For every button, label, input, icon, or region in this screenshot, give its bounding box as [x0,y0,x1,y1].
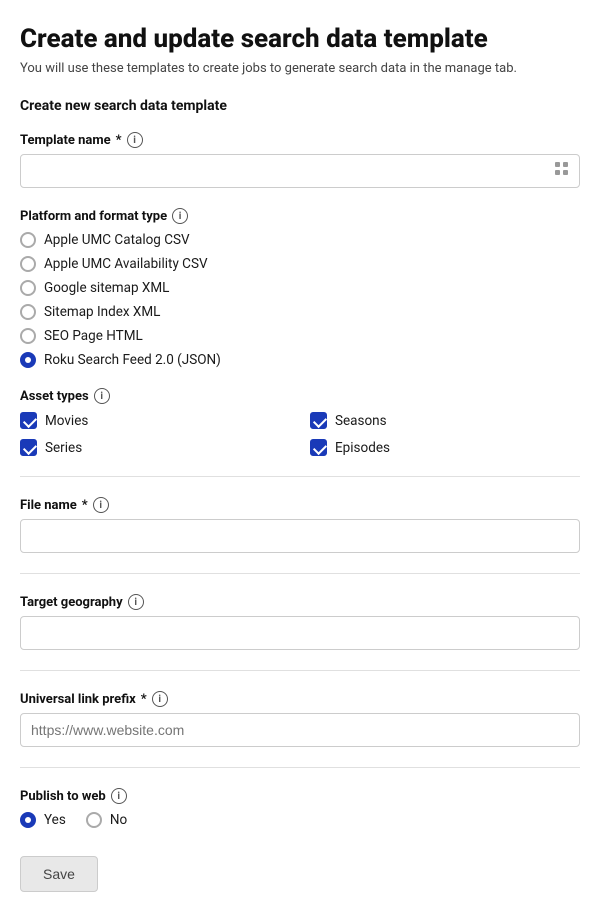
save-button[interactable]: Save [20,856,98,892]
target-geography-label: Target geography i [20,594,580,610]
asset-type-series[interactable]: Series [20,439,290,456]
divider-1 [20,476,580,477]
platform-option-roku-search[interactable]: Roku Search Feed 2.0 (JSON) [20,352,580,368]
universal-link-prefix-info-icon[interactable]: i [152,691,168,707]
section-title: Create new search data template [20,98,580,114]
publish-to-web-info-icon[interactable]: i [111,788,127,804]
asset-type-movies[interactable]: Movies [20,412,290,429]
asset-type-series-checkbox[interactable] [20,439,37,456]
asset-type-seasons[interactable]: Seasons [310,412,580,429]
template-name-info-icon[interactable]: i [127,132,143,148]
target-geography-info-icon[interactable]: i [128,594,144,610]
asset-type-episodes-checkbox[interactable] [310,439,327,456]
asset-type-seasons-checkbox[interactable] [310,412,327,429]
platform-option-google-sitemap[interactable]: Google sitemap XML [20,280,580,296]
divider-3 [20,670,580,671]
universal-link-prefix-label: Universal link prefix * i [20,691,580,707]
divider-4 [20,767,580,768]
platform-option-apple-umc-avail[interactable]: Apple UMC Availability CSV [20,256,580,272]
platform-option-sitemap-index[interactable]: Sitemap Index XML [20,304,580,320]
platform-label: Platform and format type i [20,208,580,224]
divider-2 [20,573,580,574]
platform-radio-google-sitemap[interactable] [20,280,36,296]
asset-types-field: Asset types i Movies Seasons Series Epis… [20,388,580,456]
platform-radio-sitemap-index[interactable] [20,304,36,320]
page-title: Create and update search data template [20,24,580,55]
file-name-input[interactable] [20,519,580,553]
platform-field: Platform and format type i Apple UMC Cat… [20,208,580,368]
platform-radio-roku-search[interactable] [20,352,36,368]
asset-type-movies-checkbox[interactable] [20,412,37,429]
file-name-label: File name * i [20,497,580,513]
universal-link-prefix-field: Universal link prefix * i [20,691,580,747]
platform-radio-apple-umc-avail[interactable] [20,256,36,272]
file-name-info-icon[interactable]: i [93,497,109,513]
publish-to-web-label: Publish to web i [20,788,580,804]
template-name-field: Template name * i [20,132,580,188]
target-geography-input[interactable] [20,616,580,650]
platform-radio-apple-umc-csv[interactable] [20,232,36,248]
template-name-input[interactable] [20,154,580,188]
asset-types-grid: Movies Seasons Series Episodes [20,412,580,456]
target-geography-field: Target geography i [20,594,580,650]
platform-option-apple-umc-csv[interactable]: Apple UMC Catalog CSV [20,232,580,248]
asset-types-label: Asset types i [20,388,580,404]
asset-types-info-icon[interactable]: i [94,388,110,404]
file-name-field: File name * i [20,497,580,553]
publish-to-web-field: Publish to web i Yes No [20,788,580,828]
template-name-input-wrapper [20,154,580,188]
platform-options: Apple UMC Catalog CSV Apple UMC Availabi… [20,232,580,368]
universal-link-prefix-input[interactable] [20,713,580,747]
asset-type-episodes[interactable]: Episodes [310,439,580,456]
template-name-label: Template name * i [20,132,580,148]
platform-info-icon[interactable]: i [172,208,188,224]
page-subtitle: You will use these templates to create j… [20,61,580,76]
platform-radio-seo-page[interactable] [20,328,36,344]
template-name-grid-icon [554,161,570,181]
platform-option-seo-page[interactable]: SEO Page HTML [20,328,580,344]
